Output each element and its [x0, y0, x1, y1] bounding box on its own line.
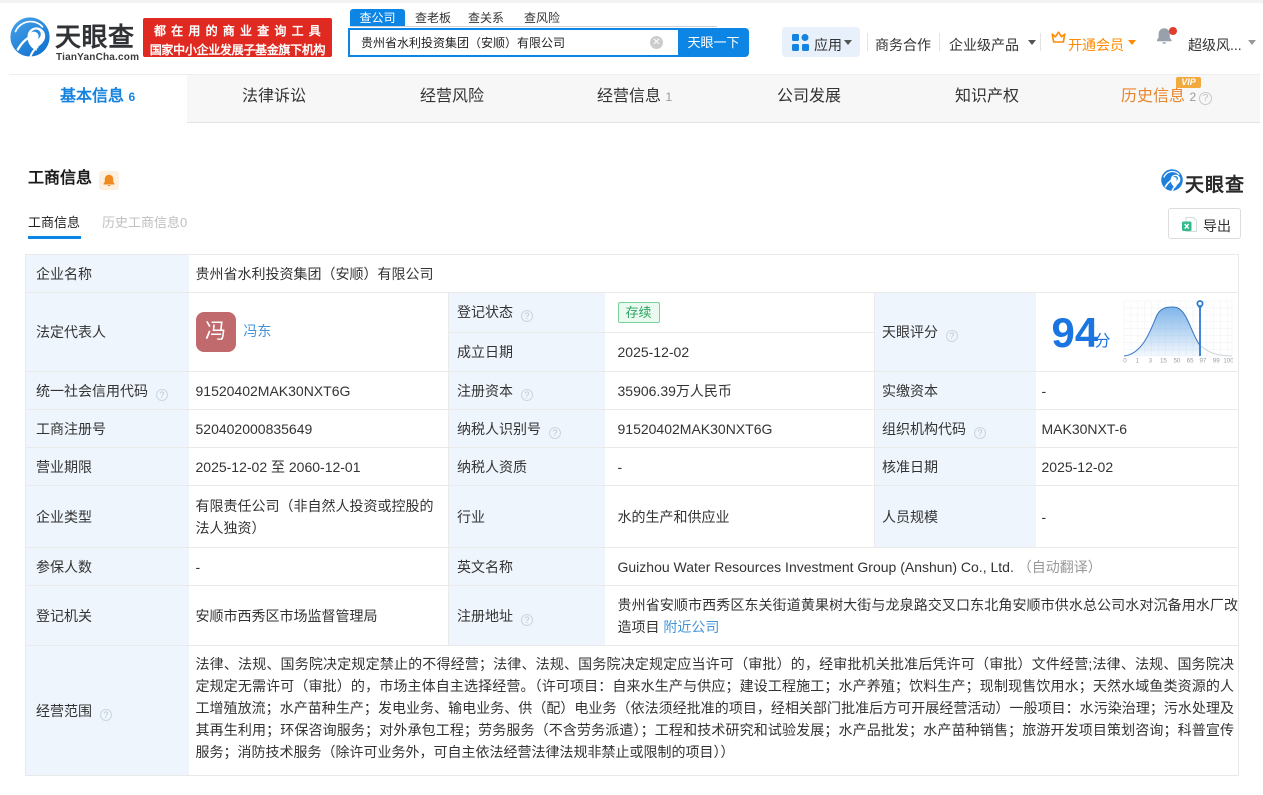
- svg-text:50: 50: [1173, 358, 1180, 365]
- svg-text:15: 15: [1159, 358, 1166, 365]
- svg-text:0: 0: [1123, 358, 1127, 365]
- svg-text:1: 1: [1135, 358, 1139, 365]
- svg-text:3: 3: [1148, 358, 1152, 365]
- svg-text:100: 100: [1223, 358, 1233, 365]
- svg-text:65: 65: [1186, 358, 1193, 365]
- svg-text:97: 97: [1199, 358, 1206, 365]
- svg-text:99: 99: [1212, 358, 1219, 365]
